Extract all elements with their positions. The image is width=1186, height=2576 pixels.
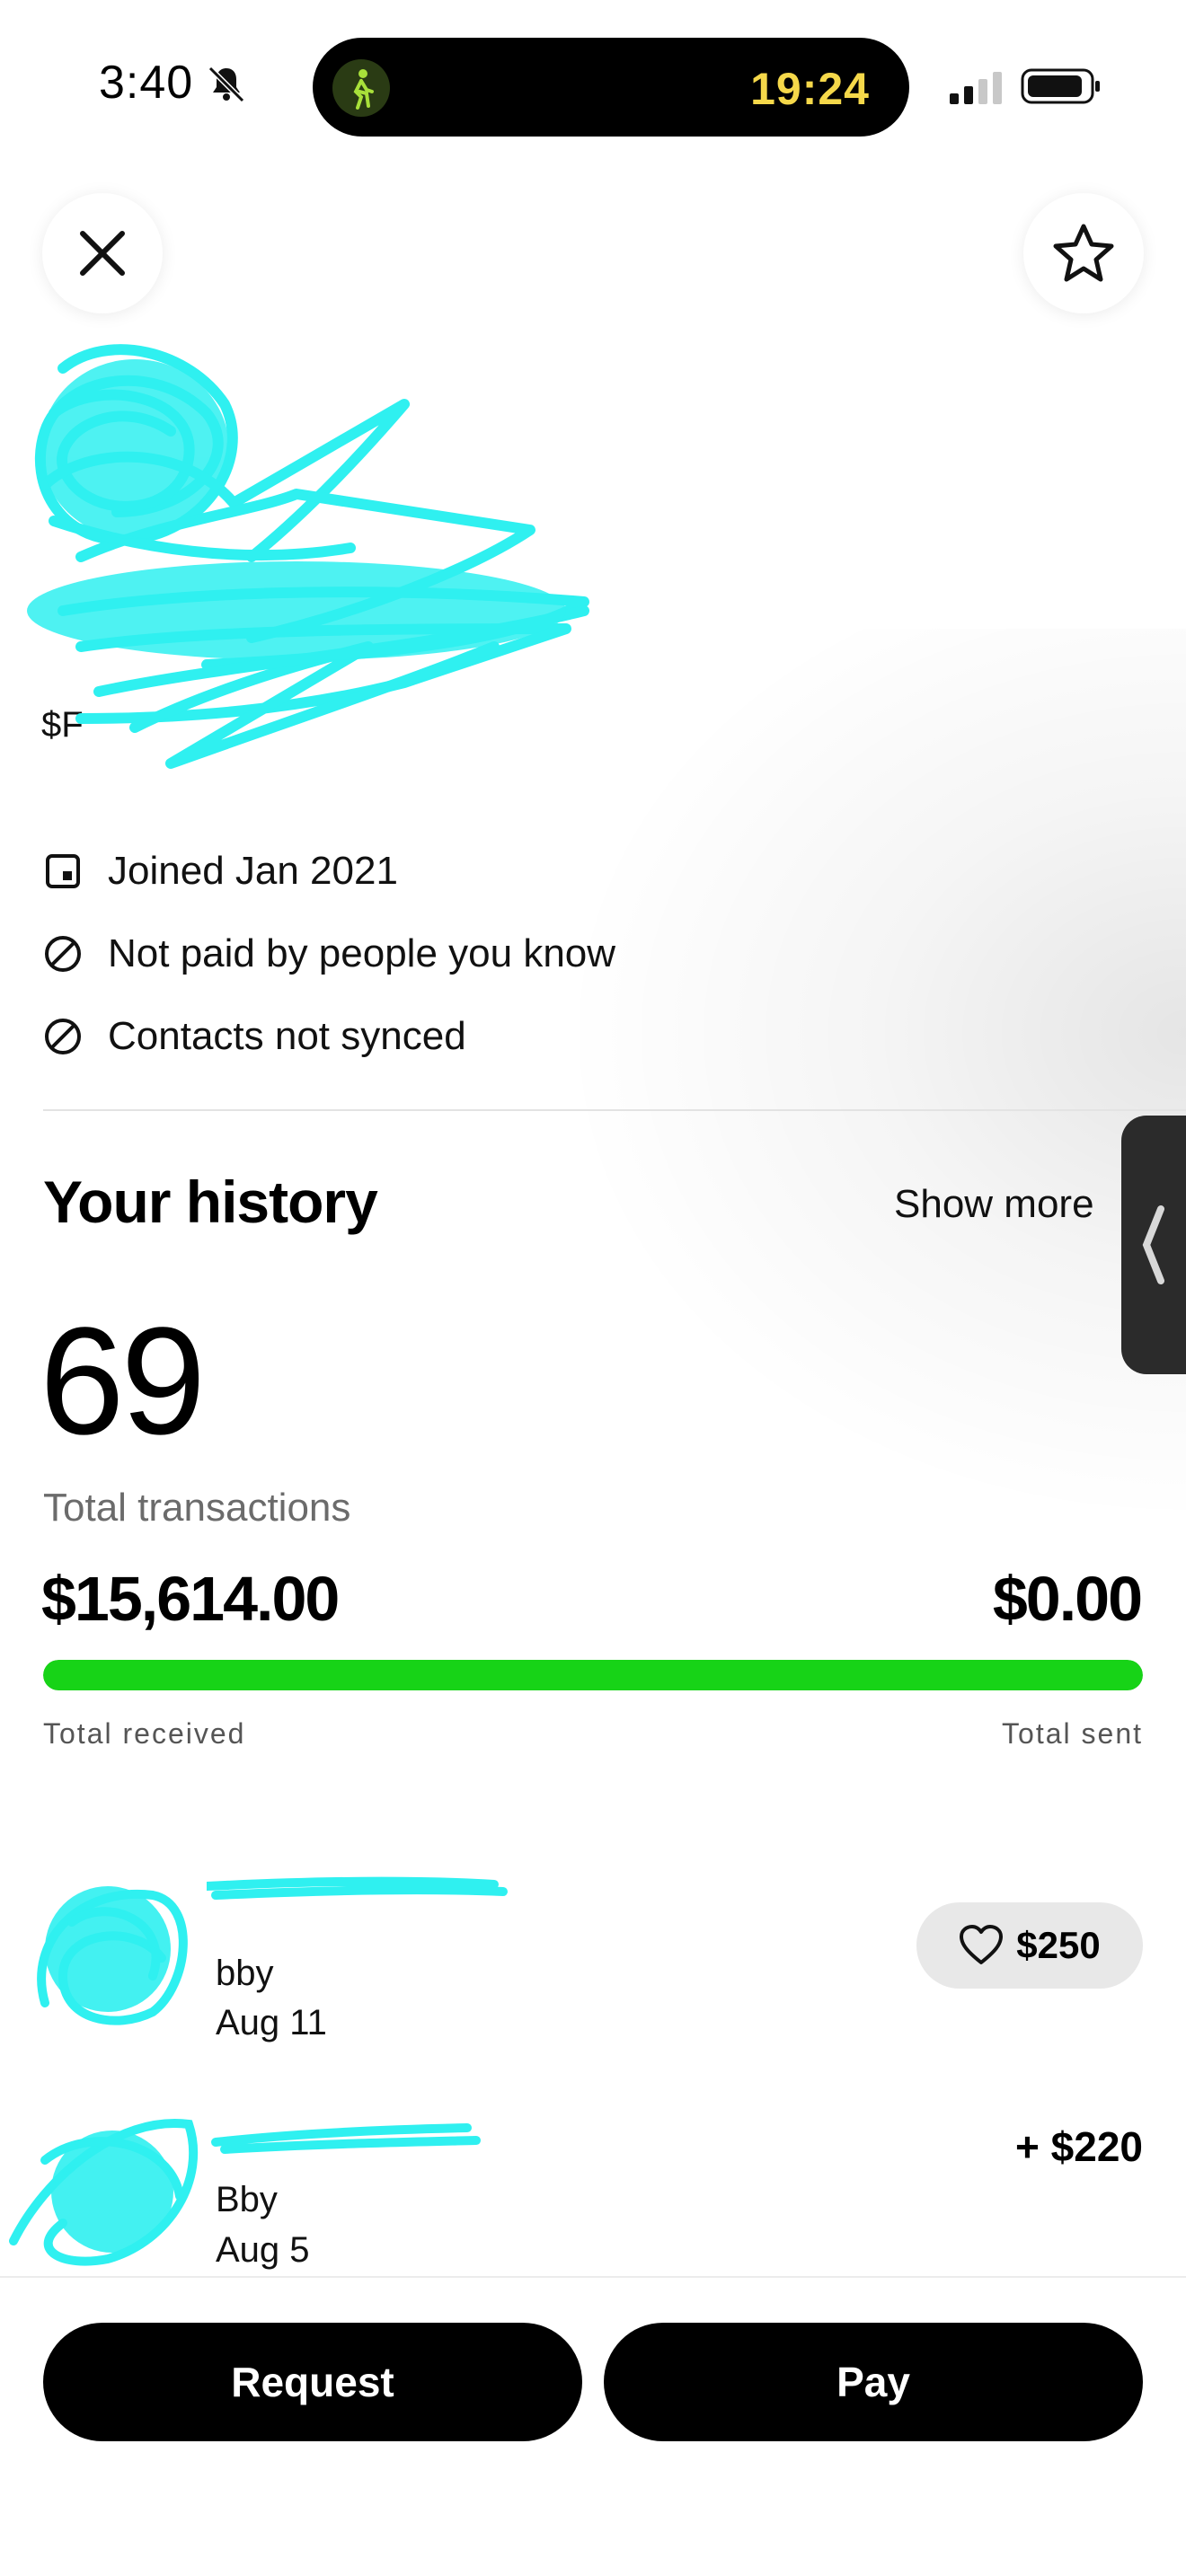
section-divider [43,1109,1186,1111]
transaction-date: Aug 5 [216,2230,310,2270]
total-received-label: Total received [43,1717,246,1750]
signal-icon [950,72,1002,104]
activity-timer: 19:24 [750,64,870,114]
activity-walk-icon [332,59,390,117]
total-sent-label: Total sent [1002,1717,1143,1750]
transaction-note: Bby [216,2180,278,2219]
info-contacts-text: Contacts not synced [108,1014,466,1058]
redacted-avatar [9,2119,199,2266]
total-sent-amount: $0.00 [992,1564,1143,1634]
info-not-paid: Not paid by people you know [43,922,615,985]
battery-icon [1021,68,1100,104]
transaction-date: Aug 11 [216,2003,327,2042]
status-time: 3:40 [99,57,194,109]
bottom-separator [0,2276,1186,2278]
transaction-amount: + $220 [1015,2123,1143,2170]
history-title: Your history [43,1169,378,1235]
close-button[interactable] [42,193,163,313]
status-bar: 3:40 19:24 [0,0,1186,162]
calendar-icon [46,854,80,888]
slash-circle-icon [45,1019,81,1054]
transaction-row[interactable]: bby Aug 11 $250 [0,1868,1186,2084]
slash-circle-icon [45,936,81,972]
request-button[interactable]: Request [43,2323,582,2441]
info-not-paid-text: Not paid by people you know [108,931,616,975]
redacted-name [207,1876,508,1900]
like-amount-button[interactable]: $250 [916,1902,1143,1989]
star-icon [1053,224,1114,282]
received-sent-bar [43,1660,1143,1690]
redacted-name [211,2123,481,2154]
bell-muted-icon [208,66,245,103]
favorite-button[interactable] [1023,193,1144,313]
handle-partial: $F [41,705,84,745]
redacted-avatar [37,1886,188,2025]
dynamic-island[interactable]: 19:24 [313,38,909,137]
side-panel-handle[interactable] [1121,1116,1186,1374]
heart-icon [960,1925,1004,1964]
info-joined: Joined Jan 2021 [43,840,398,903]
info-joined-text: Joined Jan 2021 [108,849,398,893]
total-received-amount: $15,614.00 [41,1564,340,1634]
close-icon [80,231,125,276]
total-transactions-count: 69 [40,1296,206,1467]
received-fill [43,1660,1143,1690]
redacted-profile-scribble: $F [27,344,589,769]
pay-button[interactable]: Pay [604,2323,1143,2441]
show-more-link[interactable]: Show more [894,1182,1094,1227]
chevron-left-icon [1142,1205,1164,1284]
background-shade [557,629,1186,1527]
info-contacts: Contacts not synced [43,1005,466,1068]
transaction-amount: $250 [1016,1924,1101,1966]
transaction-note: bby [216,1954,274,1993]
total-transactions-label: Total transactions [43,1486,351,1530]
